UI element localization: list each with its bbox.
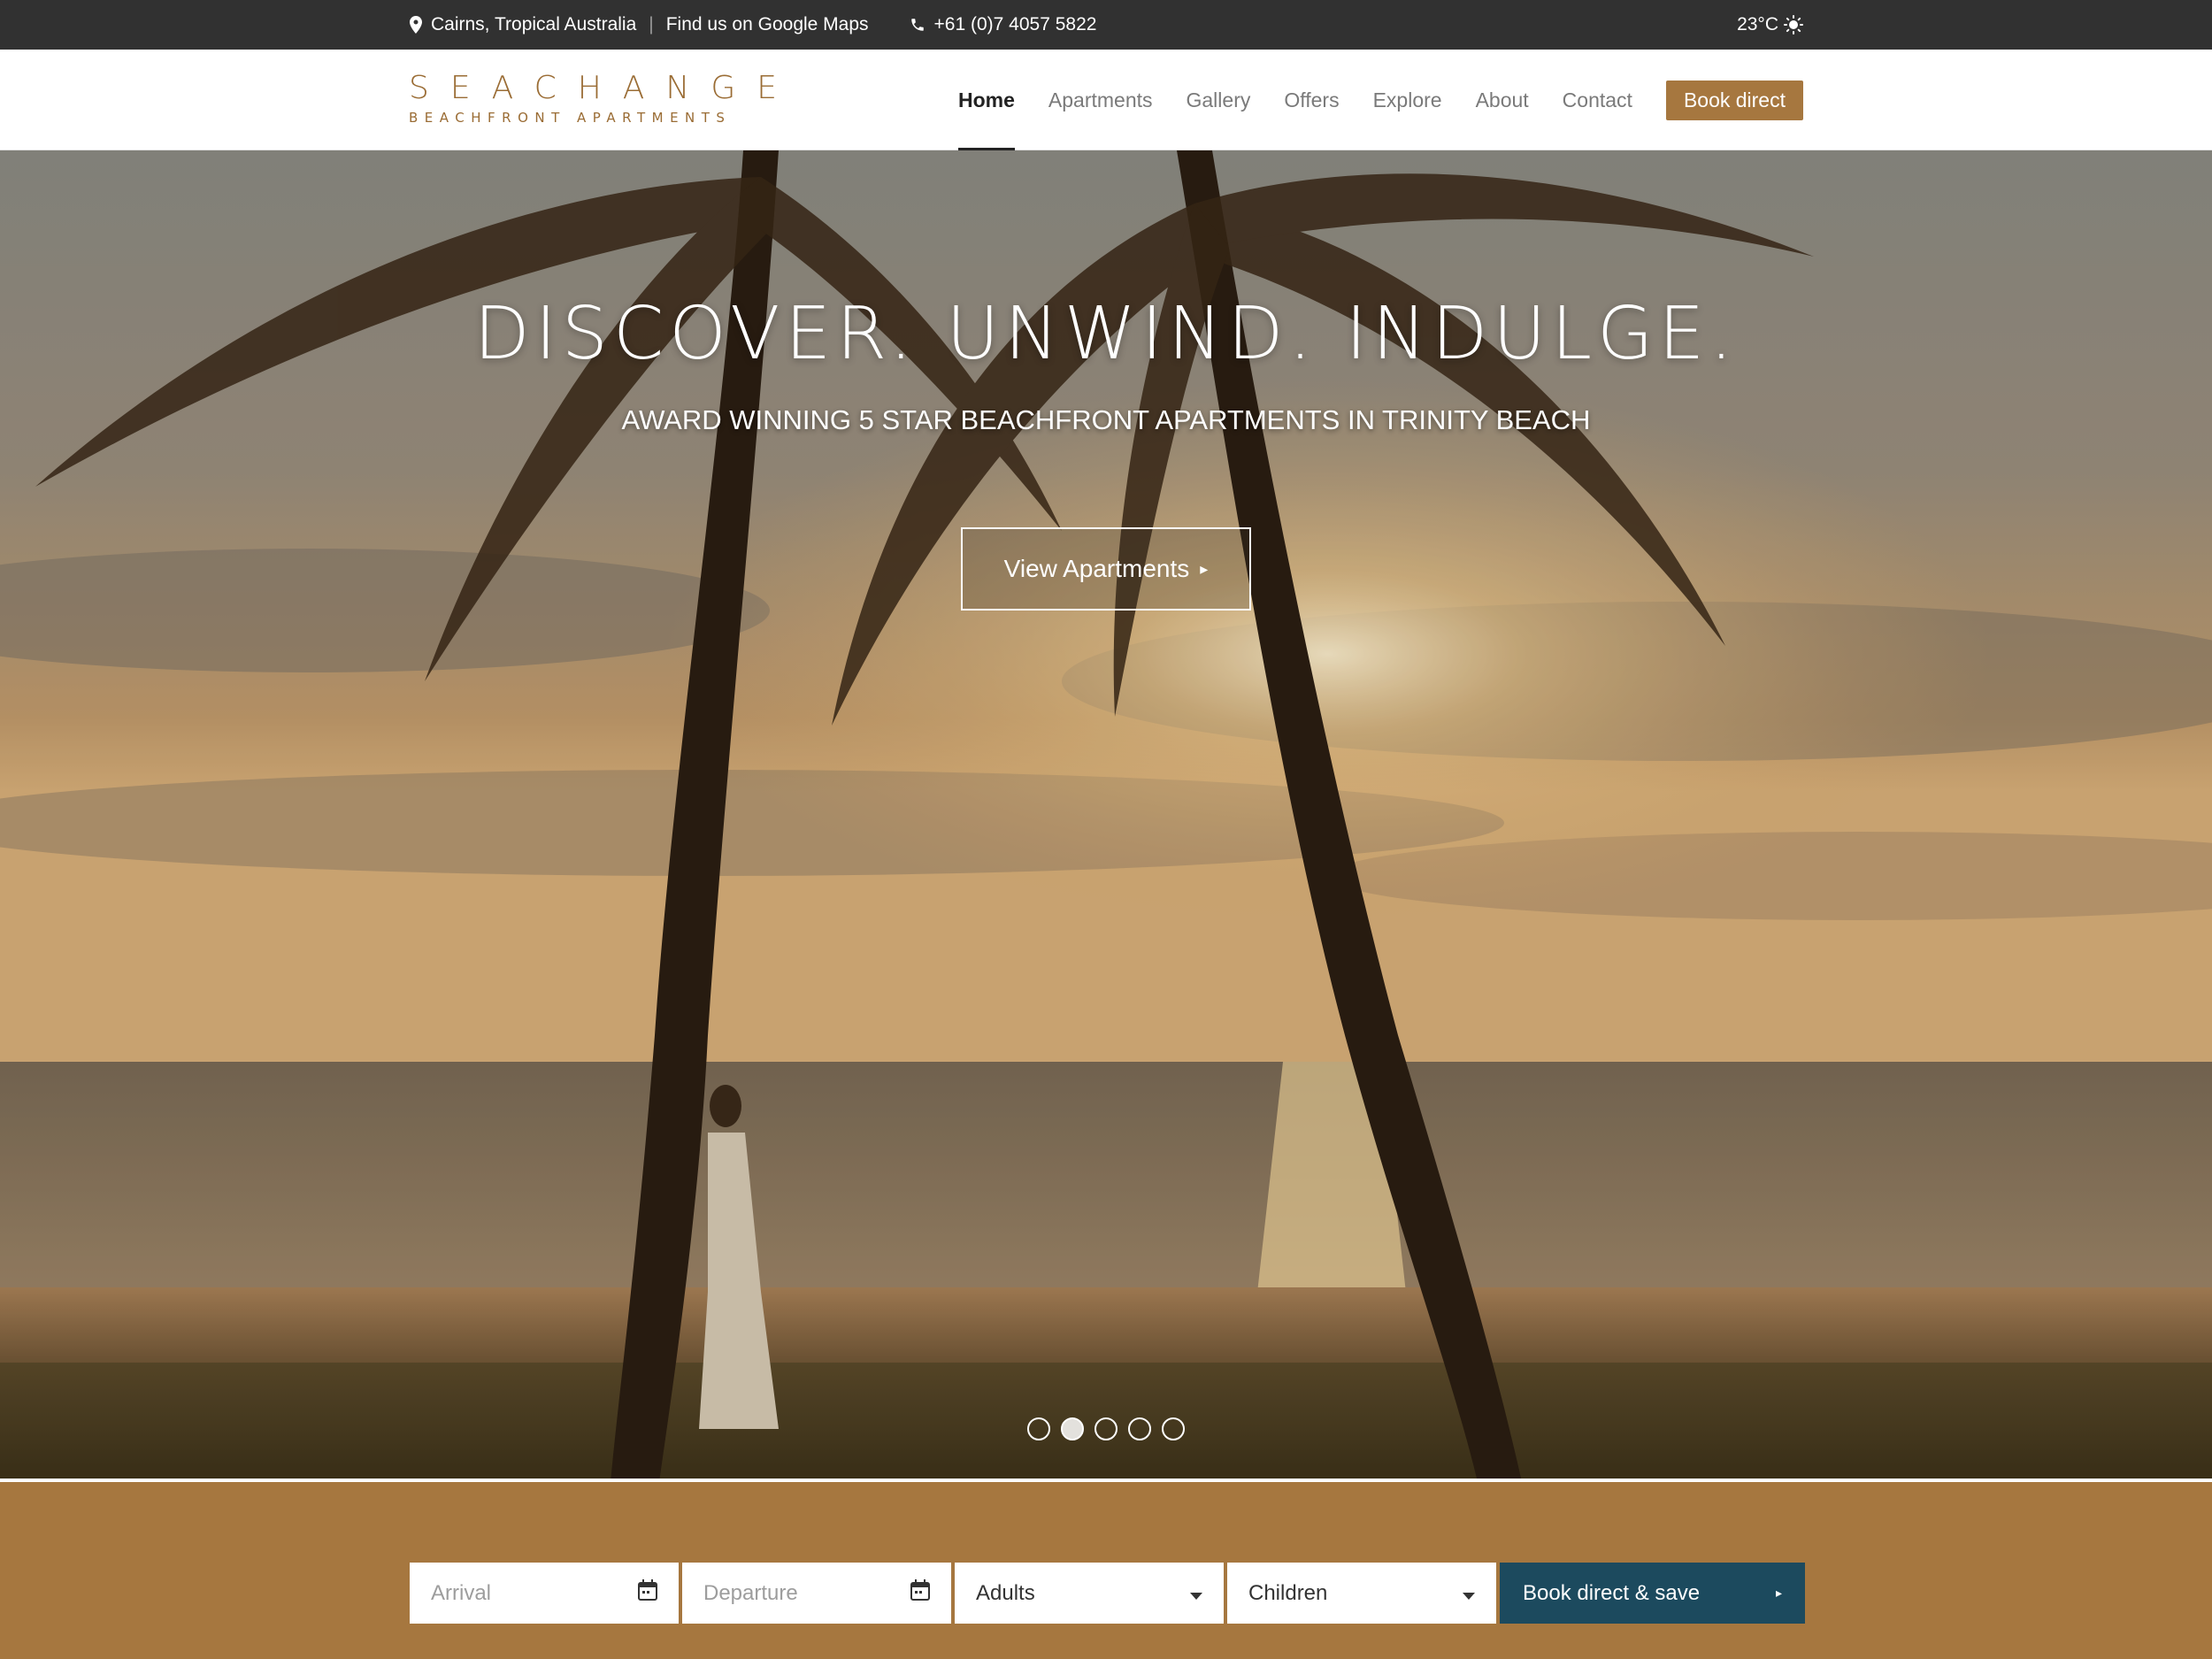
hero-slider: DISCOVER. UNWIND. INDULGE. AWARD WINNING… — [0, 150, 2212, 1482]
nav-item-home[interactable]: Home — [957, 50, 1015, 150]
seachange-logo[interactable]: SEACHANGE BEACHFRONT APARTMENTS — [409, 70, 798, 127]
hero-subtitle: AWARD WINNING 5 STAR BEACHFRONT APARTMEN… — [621, 404, 1591, 435]
calendar-icon — [910, 1579, 930, 1607]
caret-down-icon — [1463, 1581, 1475, 1606]
children-select[interactable]: Children — [1227, 1563, 1496, 1624]
nav-item-apartments[interactable]: Apartments — [1048, 50, 1153, 150]
caret-right-icon: ▸ — [1200, 559, 1209, 578]
arrival-date-field[interactable]: Arrival — [410, 1563, 679, 1624]
topbar-separator: | — [649, 14, 654, 35]
phone-info[interactable]: +61 (0)7 4057 5822 — [910, 14, 1097, 35]
adults-select[interactable]: Adults — [955, 1563, 1224, 1624]
nav-item-gallery[interactable]: Gallery — [1187, 50, 1251, 150]
hero-title: DISCOVER. UNWIND. INDULGE. — [473, 292, 1739, 376]
nav-item-contact[interactable]: Contact — [1563, 50, 1632, 150]
slider-dot[interactable] — [1128, 1417, 1151, 1440]
site-header: SEACHANGE BEACHFRONT APARTMENTS Home Apa… — [0, 50, 2212, 150]
arrival-placeholder: Arrival — [431, 1580, 492, 1605]
nav-item-about[interactable]: About — [1476, 50, 1529, 150]
nav-item-offers[interactable]: Offers — [1284, 50, 1339, 150]
slider-pagination — [0, 1417, 2212, 1440]
google-maps-link[interactable]: Find us on Google Maps — [666, 14, 869, 35]
weather-info: 23°C — [1737, 14, 1803, 35]
departure-placeholder: Departure — [703, 1580, 798, 1605]
temperature: 23°C — [1737, 14, 1778, 35]
view-apartments-label: View Apartments — [1003, 555, 1190, 582]
book-direct-button[interactable]: Book direct — [1665, 80, 1803, 120]
booking-bar: Arrival Departure Adults Children Book d… — [0, 1482, 2212, 1659]
caret-down-icon — [1190, 1581, 1202, 1606]
location-info: Cairns, Tropical Australia | Find us on … — [410, 14, 869, 35]
children-label: Children — [1248, 1580, 1328, 1605]
departure-date-field[interactable]: Departure — [682, 1563, 951, 1624]
book-direct-save-button[interactable]: Book direct & save ▸ — [1500, 1563, 1805, 1624]
book-direct-save-label: Book direct & save — [1523, 1580, 1701, 1605]
adults-label: Adults — [976, 1580, 1035, 1605]
sun-icon — [1784, 15, 1803, 35]
calendar-icon — [638, 1579, 657, 1607]
phone-number[interactable]: +61 (0)7 4057 5822 — [934, 14, 1097, 35]
phone-icon — [910, 17, 926, 33]
main-nav: Home Apartments Gallery Offers Explore A… — [925, 50, 1803, 150]
slider-dot-active[interactable] — [1061, 1417, 1084, 1440]
location-text: Cairns, Tropical Australia — [431, 14, 637, 35]
logo-tagline: BEACHFRONT APARTMENTS — [409, 110, 732, 126]
slider-dot[interactable] — [1094, 1417, 1118, 1440]
logo-wordmark: SEACHANGE — [409, 70, 798, 106]
nav-item-explore[interactable]: Explore — [1373, 50, 1442, 150]
top-info-bar: Cairns, Tropical Australia | Find us on … — [0, 0, 2212, 50]
slider-dot[interactable] — [1162, 1417, 1185, 1440]
caret-right-icon: ▸ — [1775, 1586, 1782, 1600]
map-pin-icon — [410, 16, 422, 34]
slider-dot[interactable] — [1027, 1417, 1050, 1440]
view-apartments-button[interactable]: View Apartments ▸ — [961, 527, 1251, 611]
